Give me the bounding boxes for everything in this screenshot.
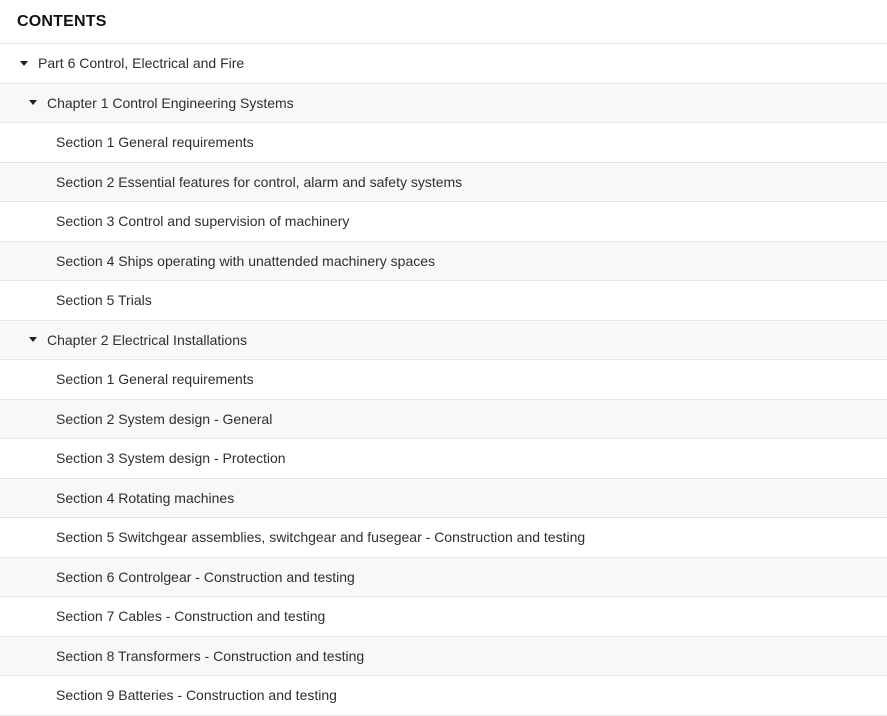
toc-section-item[interactable]: Section 5 Switchgear assemblies, switchg… [0, 518, 887, 558]
toc-section-label: Section 6 Controlgear - Construction and… [56, 568, 355, 585]
toc-chapter-2[interactable]: Chapter 2 Electrical Installations [0, 320, 887, 360]
toc-section-label: Section 2 System design - General [56, 410, 273, 427]
toc-section-label: Section 1 General requirements [56, 371, 254, 388]
toc-section-item[interactable]: Section 5 Trials [0, 281, 887, 321]
toc-section-label: Section 3 Control and supervision of mac… [56, 213, 350, 230]
toc-section-item[interactable]: Section 1 General requirements [0, 123, 887, 163]
toc-chapter-1[interactable]: Chapter 1 Control Engineering Systems [0, 83, 887, 123]
toc-section-label: Section 3 System design - Protection [56, 450, 286, 467]
toc-section-label: Section 9 Batteries - Construction and t… [56, 687, 337, 704]
contents-header: CONTENTS [0, 0, 887, 44]
toc-part-label: Part 6 Control, Electrical and Fire [38, 55, 245, 72]
toc-section-item[interactable]: Section 1 General requirements [0, 360, 887, 400]
toc-section-item[interactable]: Section 6 Controlgear - Construction and… [0, 557, 887, 597]
toc-section-label: Section 5 Trials [56, 292, 152, 309]
toc-chapter-label: Chapter 1 Control Engineering Systems [47, 94, 294, 111]
toc-section-label: Section 5 Switchgear assemblies, switchg… [56, 529, 586, 546]
toc-section-item[interactable]: Section 9 Batteries - Construction and t… [0, 676, 887, 716]
caret-down-icon[interactable] [29, 100, 37, 106]
page-title: CONTENTS [17, 12, 107, 30]
toc-section-label: Section 4 Ships operating with unattende… [56, 252, 436, 269]
toc-part-6[interactable]: Part 6 Control, Electrical and Fire [0, 44, 887, 84]
caret-down-icon[interactable] [29, 337, 37, 343]
toc-section-label: Section 2 Essential features for control… [56, 173, 463, 190]
toc-section-item[interactable]: Section 8 Transformers - Construction an… [0, 636, 887, 676]
toc-section-item[interactable]: Section 2 System design - General [0, 399, 887, 439]
toc-section-label: Section 4 Rotating machines [56, 489, 235, 506]
toc-section-label: Section 8 Transformers - Construction an… [56, 647, 365, 664]
toc-section-item[interactable]: Section 3 System design - Protection [0, 439, 887, 479]
toc-section-item[interactable]: Section 2 Essential features for control… [0, 162, 887, 202]
table-of-contents: Part 6 Control, Electrical and Fire Chap… [0, 44, 887, 716]
toc-section-label: Section 7 Cables - Construction and test… [56, 608, 326, 625]
toc-chapter-label: Chapter 2 Electrical Installations [47, 331, 247, 348]
caret-down-icon[interactable] [20, 60, 28, 66]
toc-section-item[interactable]: Section 4 Ships operating with unattende… [0, 241, 887, 281]
toc-section-label: Section 1 General requirements [56, 134, 254, 151]
toc-section-item[interactable]: Section 4 Rotating machines [0, 478, 887, 518]
toc-section-item[interactable]: Section 7 Cables - Construction and test… [0, 597, 887, 637]
toc-section-item[interactable]: Section 3 Control and supervision of mac… [0, 202, 887, 242]
